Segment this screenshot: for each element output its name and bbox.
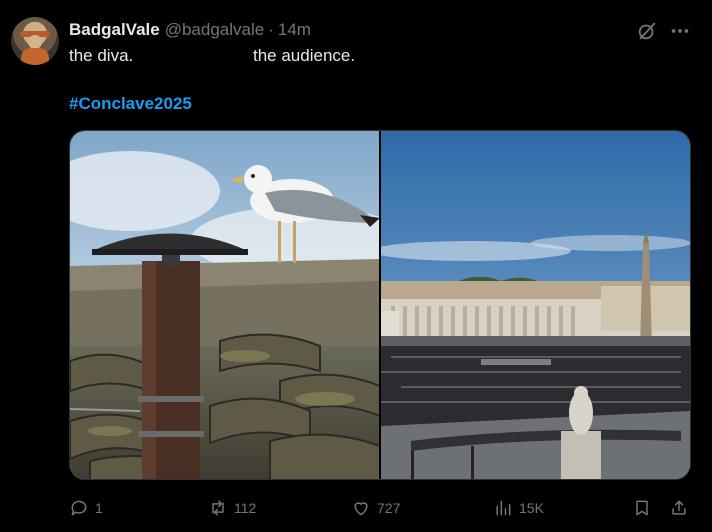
- more-icon[interactable]: [669, 20, 691, 42]
- post-text-diva: the diva.: [69, 46, 134, 65]
- display-name[interactable]: BadgalVale: [69, 20, 160, 40]
- avatar[interactable]: [11, 17, 59, 65]
- reply-icon: [71, 500, 87, 516]
- repost-button[interactable]: 112: [208, 496, 256, 520]
- tweet: BadgalVale @badgalvale · 14m the diva. t…: [0, 0, 712, 532]
- reply-button[interactable]: 1: [69, 496, 103, 520]
- share-icon: [672, 500, 686, 515]
- bookmark-icon: [636, 500, 648, 516]
- media-image-st-peters-square[interactable]: [381, 131, 690, 479]
- views-button[interactable]: 15K: [493, 496, 544, 520]
- heart-icon: [354, 502, 368, 516]
- separator: ·: [268, 20, 274, 39]
- reply-count: 1: [95, 500, 103, 516]
- share-button[interactable]: [669, 496, 695, 520]
- media-grid: [69, 130, 691, 480]
- tweet-header: BadgalVale @badgalvale · 14m: [69, 19, 311, 41]
- like-count: 727: [377, 500, 401, 516]
- post-text-audience: the audience.: [253, 46, 356, 65]
- hashtag-link[interactable]: #Conclave2025: [69, 94, 192, 114]
- like-button[interactable]: 727: [351, 496, 400, 520]
- repost-icon: [212, 500, 224, 516]
- repost-count: 112: [234, 500, 257, 516]
- bookmark-button[interactable]: [632, 496, 658, 520]
- action-bar: 1 112 727 15K: [69, 496, 691, 520]
- handle[interactable]: @badgalvale: [165, 20, 265, 40]
- grok-icon[interactable]: [636, 20, 658, 42]
- views-count: 15K: [519, 500, 544, 516]
- timestamp[interactable]: 14m: [278, 20, 311, 40]
- media-image-seagull-chimney[interactable]: [70, 131, 379, 479]
- views-icon: [496, 500, 511, 516]
